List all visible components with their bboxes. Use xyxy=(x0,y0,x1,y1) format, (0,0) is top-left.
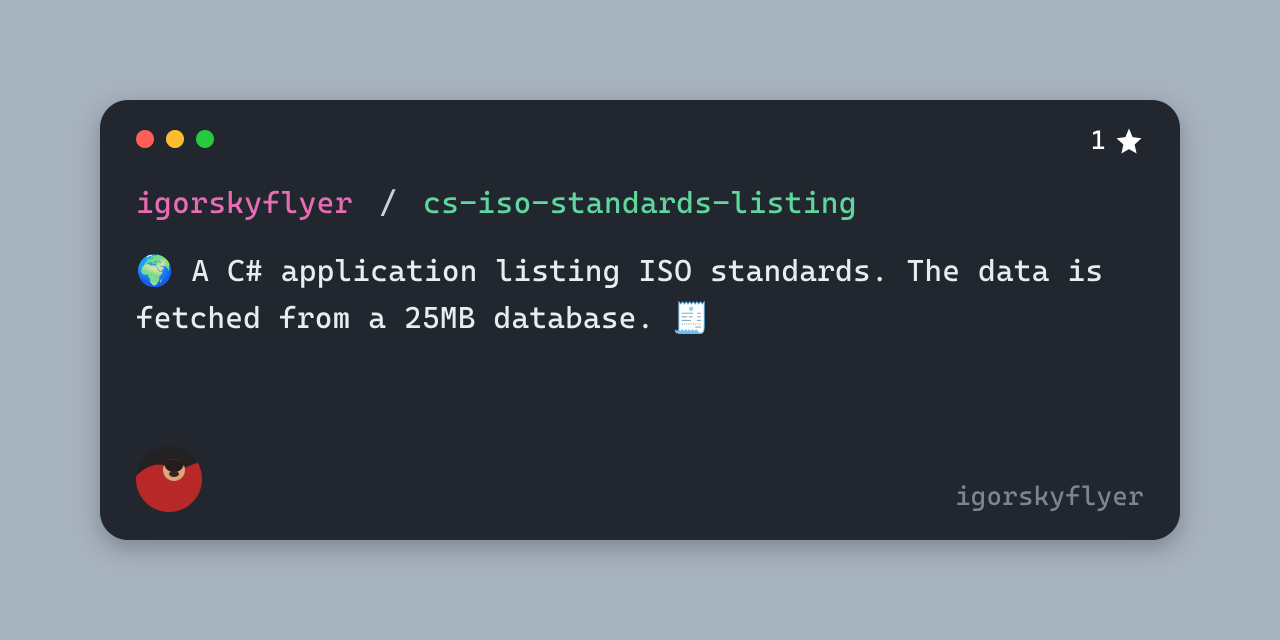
watermark: igorskyflyer xyxy=(955,482,1144,512)
star-count-value: 1 xyxy=(1091,126,1106,156)
repo-description: 🌍 A C# application listing ISO standards… xyxy=(136,249,1144,342)
maximize-icon[interactable] xyxy=(196,130,214,148)
repo-card: 1 igorskyflyer / cs-iso-standards-listin… xyxy=(100,100,1180,540)
repo-separator: / xyxy=(379,186,397,221)
avatar[interactable] xyxy=(136,446,202,512)
star-icon xyxy=(1114,126,1144,156)
repo-title: igorskyflyer / cs-iso-standards-listing xyxy=(136,186,1144,221)
repo-owner[interactable]: igorskyflyer xyxy=(136,186,353,221)
minimize-icon[interactable] xyxy=(166,130,184,148)
window-controls xyxy=(136,130,1144,148)
repo-name[interactable]: cs-iso-standards-listing xyxy=(423,186,857,221)
close-icon[interactable] xyxy=(136,130,154,148)
star-count: 1 xyxy=(1091,126,1144,156)
